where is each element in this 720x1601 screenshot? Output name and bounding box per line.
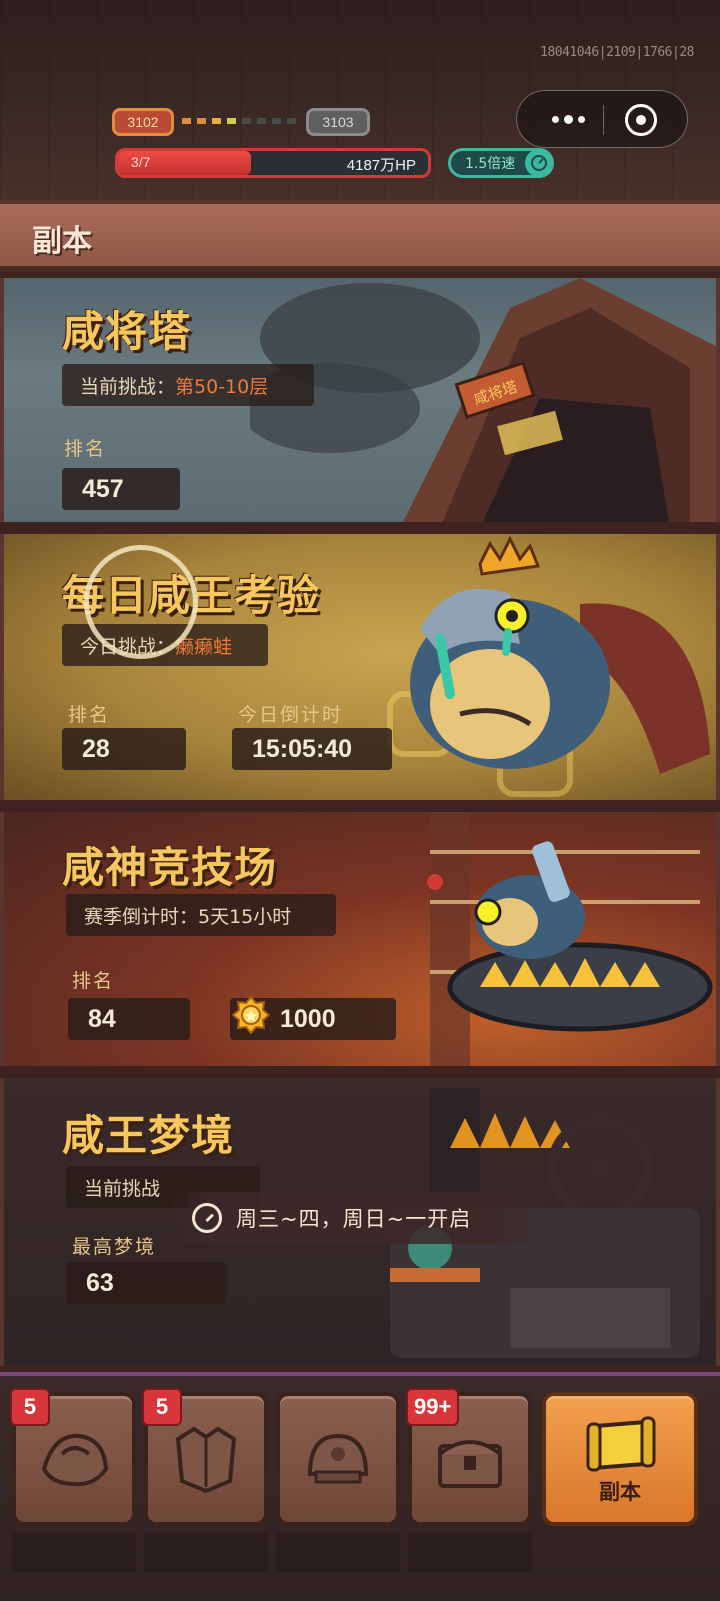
capsule-divider	[603, 105, 604, 135]
tower-rank-label: 排名	[64, 438, 107, 460]
tower-challenge-pill: 当前挑战： 第50-10层	[62, 364, 314, 406]
boss-hp-bar: 3/7 4187万HP	[115, 148, 431, 178]
clock-icon	[192, 1203, 222, 1233]
dream-title: 咸王梦境	[62, 1111, 235, 1160]
arena-rank-label: 排名	[72, 970, 115, 992]
nav-chest-armor-badge: 5	[142, 1388, 182, 1426]
bottom-nav: 5 5 99+ 副本	[0, 1372, 720, 1601]
stage-progress-dot	[257, 118, 266, 124]
tap-indicator-ring	[84, 545, 198, 659]
chest-armor-icon	[175, 1426, 237, 1494]
daily-countdown-label: 今日倒计时	[238, 704, 344, 726]
nav-dungeon-button[interactable]: 副本	[542, 1392, 698, 1526]
speed-label: 1.5倍速	[465, 156, 516, 172]
tower-challenge-value: 第50-10层	[175, 375, 269, 398]
nav-chest-armor-button[interactable]: 5	[142, 1388, 268, 1526]
more-dots-icon	[551, 115, 559, 123]
scroll-icon	[586, 1416, 656, 1472]
nav-armor-badge: 5	[10, 1388, 50, 1426]
stage-progress-dot	[242, 118, 251, 124]
stage-progress-dot	[272, 118, 281, 124]
page-title-bar: 副本	[0, 200, 720, 272]
page-title: 副本	[32, 224, 92, 259]
tower-rank-value: 457	[62, 468, 180, 510]
arena-medal-icon	[231, 995, 271, 1035]
miniprogram-capsule	[516, 90, 688, 148]
stage-progress-dot	[287, 118, 296, 124]
frog-king-illustration	[387, 535, 710, 797]
wave-counter: 3/7	[131, 154, 151, 170]
close-miniprogram-button[interactable]	[625, 104, 657, 136]
nav-treasure-badge: 99+	[406, 1388, 460, 1426]
daily-countdown-value: 15:05:40	[232, 728, 392, 770]
tower-title: 咸将塔	[62, 307, 192, 356]
treasure-chest-icon	[438, 1440, 502, 1488]
tower-dungeon-card[interactable]: 咸将塔 咸将塔 当前挑战： 第50-10层 排名 457	[0, 272, 720, 528]
nav-armor-button[interactable]: 5	[10, 1388, 136, 1526]
dream-best-label: 最高梦境	[72, 1236, 157, 1258]
daily-rank-value: 28	[62, 728, 186, 770]
arena-rank-value: 84	[68, 998, 190, 1040]
hp-value: 4187万HP	[346, 157, 416, 174]
dream-best-value: 63	[66, 1262, 226, 1304]
next-stage-badge: 3103	[306, 108, 370, 136]
target-icon	[636, 115, 646, 125]
more-menu-button[interactable]	[543, 99, 593, 139]
fish-grill-illustration	[427, 812, 713, 1066]
arena-card[interactable]: 咸神竞技场 赛季倒计时：5天15小时 排名 84 1000	[0, 806, 720, 1072]
armor-icon	[41, 1433, 109, 1487]
dream-schedule-banner: 周三~四，周日~一开启	[170, 1192, 550, 1244]
nav-dungeon-label: 副本	[599, 1480, 641, 1504]
stage-progress-dot	[182, 118, 191, 124]
dream-schedule-text: 周三~四，周日~一开启	[236, 1207, 472, 1231]
stage-progress-dot	[197, 118, 206, 124]
build-id-text: 18041046|2109|1766|28	[540, 45, 694, 60]
arena-season-text: 赛季倒计时：5天15小时	[84, 905, 292, 928]
nav-helmet-button[interactable]	[276, 1392, 400, 1526]
stage-progress-dot	[212, 118, 221, 124]
stage-progress-dot	[227, 118, 236, 124]
arena-season-pill: 赛季倒计时：5天15小时	[66, 894, 336, 936]
daily-rank-label: 排名	[68, 704, 111, 726]
helmet-icon	[307, 1433, 369, 1484]
current-stage-badge: 3102	[112, 108, 174, 136]
speedometer-icon	[525, 149, 553, 177]
arena-title: 咸神竞技场	[62, 843, 278, 892]
speed-toggle-button[interactable]: 1.5倍速	[448, 148, 554, 178]
tower-illustration: 咸将塔	[250, 278, 720, 522]
nav-treasure-button[interactable]: 99+	[406, 1388, 532, 1526]
